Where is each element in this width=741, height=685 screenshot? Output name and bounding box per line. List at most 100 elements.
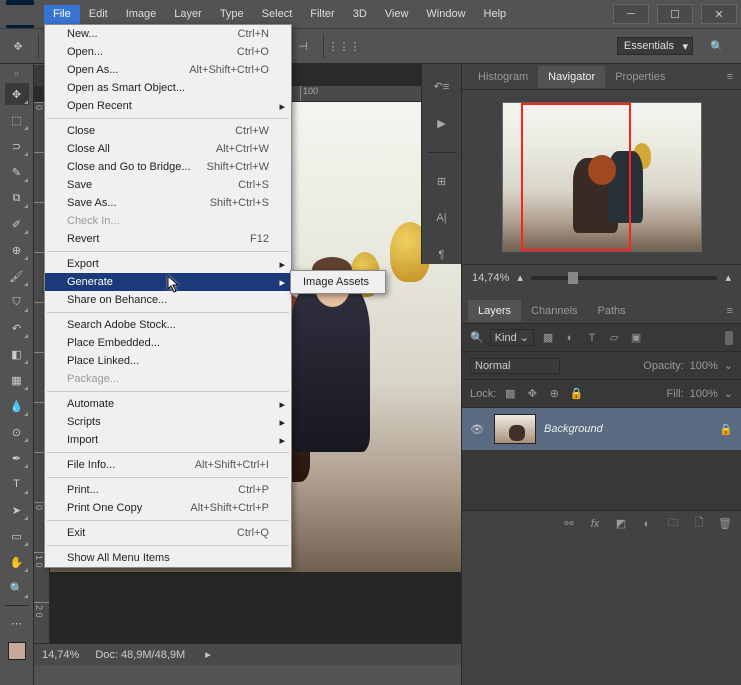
menu-item-automate[interactable]: Automate▸ xyxy=(45,395,291,413)
menu-help[interactable]: Help xyxy=(475,5,516,25)
edit-toolbar[interactable]: ⋯ xyxy=(5,612,29,634)
menu-image[interactable]: Image xyxy=(117,5,166,25)
filter-smart-icon[interactable]: ▣ xyxy=(628,330,644,346)
fill-value[interactable]: 100% xyxy=(690,388,718,400)
menu-item-save[interactable]: SaveCtrl+S xyxy=(45,176,291,194)
minimize-button[interactable]: ─ xyxy=(613,4,649,24)
workspace-selector[interactable]: Essentials xyxy=(617,37,693,55)
new-layer-icon[interactable]: 🗋 xyxy=(691,516,707,532)
filter-toggle[interactable] xyxy=(725,331,733,345)
stamp-tool[interactable]: ⛉ xyxy=(5,291,29,313)
pen-tool[interactable]: ✒ xyxy=(5,447,29,469)
menu-3d[interactable]: 3D xyxy=(344,5,376,25)
menu-item-open-as-smart-object[interactable]: Open as Smart Object... xyxy=(45,79,291,97)
lock-artboard-icon[interactable]: ⊕ xyxy=(546,386,562,402)
hand-tool[interactable]: ✋ xyxy=(5,551,29,573)
menu-file[interactable]: File xyxy=(44,5,80,25)
menu-item-revert[interactable]: RevertF12 xyxy=(45,230,291,248)
marquee-tool[interactable]: ⬚ xyxy=(5,109,29,131)
menu-item-export[interactable]: Export▸ xyxy=(45,255,291,273)
brush-tool[interactable]: 🖌 xyxy=(5,265,29,287)
menu-item-new[interactable]: New...Ctrl+N xyxy=(45,25,291,43)
blur-tool[interactable]: 💧 xyxy=(5,395,29,417)
submenu-image-assets[interactable]: Image Assets xyxy=(291,273,385,291)
paragraph-panel-icon[interactable]: ¶ xyxy=(432,247,452,264)
menu-item-close-and-go-to-bridge[interactable]: Close and Go to Bridge...Shift+Ctrl+W xyxy=(45,158,291,176)
tab-navigator[interactable]: Navigator xyxy=(538,66,605,88)
zoom-in-icon[interactable]: ▴ xyxy=(725,271,731,284)
dodge-tool[interactable]: ⊙ xyxy=(5,421,29,443)
search-icon[interactable]: 🔍 xyxy=(705,34,729,58)
menu-item-place-embedded[interactable]: Place Embedded... xyxy=(45,334,291,352)
menu-edit[interactable]: Edit xyxy=(80,5,117,25)
foreground-color-swatch[interactable] xyxy=(8,642,26,660)
history-panel-icon[interactable]: ↶≡ xyxy=(432,78,452,95)
layers-panel-menu-icon[interactable]: ≡ xyxy=(719,305,741,317)
menu-item-place-linked[interactable]: Place Linked... xyxy=(45,352,291,370)
menu-item-scripts[interactable]: Scripts▸ xyxy=(45,413,291,431)
layer-name[interactable]: Background xyxy=(544,423,603,435)
menu-item-open-as[interactable]: Open As...Alt+Shift+Ctrl+O xyxy=(45,61,291,79)
gradient-tool[interactable]: ▦ xyxy=(5,369,29,391)
move-tool[interactable]: ✥ xyxy=(5,83,29,105)
layer-fx-icon[interactable]: fx xyxy=(587,516,603,532)
adjustments-panel-icon[interactable]: ⊞ xyxy=(432,173,452,190)
navigator-thumbnail[interactable] xyxy=(502,102,702,252)
layer-mask-icon[interactable]: ◩ xyxy=(613,516,629,532)
menu-item-exit[interactable]: ExitCtrl+Q xyxy=(45,524,291,542)
tab-histogram[interactable]: Histogram xyxy=(468,66,538,88)
type-tool[interactable]: T xyxy=(5,473,29,495)
lock-pixels-icon[interactable]: ▩ xyxy=(502,386,518,402)
lock-all-icon[interactable]: 🔒 xyxy=(568,386,584,402)
layer-row-background[interactable]: 👁 Background 🔒 xyxy=(462,408,741,450)
tab-paths[interactable]: Paths xyxy=(588,300,636,322)
zoom-tool[interactable]: 🔍 xyxy=(5,577,29,599)
menu-layer[interactable]: Layer xyxy=(165,5,211,25)
navigator-zoom[interactable]: 14,74% xyxy=(472,272,509,284)
align-right-icon[interactable]: ⊣ xyxy=(291,34,315,58)
blend-mode-select[interactable]: Normal xyxy=(470,358,560,374)
filter-pixel-icon[interactable]: ▩ xyxy=(540,330,556,346)
menu-item-print-one-copy[interactable]: Print One CopyAlt+Shift+Ctrl+P xyxy=(45,499,291,517)
zoom-out-icon[interactable]: ▴ xyxy=(517,271,523,284)
lasso-tool[interactable]: ⊃ xyxy=(5,135,29,157)
filter-type-icon[interactable]: T xyxy=(584,330,600,346)
menu-item-search-adobe-stock[interactable]: Search Adobe Stock... xyxy=(45,316,291,334)
healing-tool[interactable]: ⊕ xyxy=(5,239,29,261)
menu-item-close[interactable]: CloseCtrl+W xyxy=(45,122,291,140)
crop-tool[interactable]: ⧉ xyxy=(5,187,29,209)
panel-menu-icon[interactable]: ≡ xyxy=(719,71,741,83)
lock-position-icon[interactable]: ✥ xyxy=(524,386,540,402)
menu-item-show-all-menu-items[interactable]: Show All Menu Items xyxy=(45,549,291,567)
history-brush-tool[interactable]: ↶ xyxy=(5,317,29,339)
eraser-tool[interactable]: ◧ xyxy=(5,343,29,365)
layer-thumbnail[interactable] xyxy=(494,414,536,444)
shape-tool[interactable]: ▭ xyxy=(5,525,29,547)
close-button[interactable]: ✕ xyxy=(701,4,737,24)
actions-panel-icon[interactable]: ▶ xyxy=(432,115,452,132)
distribute-icon[interactable]: ⋮⋮⋮ xyxy=(332,34,356,58)
layer-lock-icon[interactable]: 🔒 xyxy=(719,423,733,436)
link-layers-icon[interactable]: ⚯ xyxy=(561,516,577,532)
path-select-tool[interactable]: ➤ xyxy=(5,499,29,521)
layer-filter-kind[interactable]: Kind ⌄ xyxy=(490,329,534,346)
menu-item-close-all[interactable]: Close AllAlt+Ctrl+W xyxy=(45,140,291,158)
new-fill-layer-icon[interactable]: ◐ xyxy=(639,516,655,532)
menu-item-print[interactable]: Print...Ctrl+P xyxy=(45,481,291,499)
menu-type[interactable]: Type xyxy=(211,5,253,25)
menu-item-file-info[interactable]: File Info...Alt+Shift+Ctrl+I xyxy=(45,456,291,474)
menu-window[interactable]: Window xyxy=(417,5,474,25)
menu-filter[interactable]: Filter xyxy=(301,5,343,25)
tab-layers[interactable]: Layers xyxy=(468,300,521,322)
menu-item-open[interactable]: Open...Ctrl+O xyxy=(45,43,291,61)
layer-visibility-icon[interactable]: 👁 xyxy=(470,423,486,436)
menu-item-save-as[interactable]: Save As...Shift+Ctrl+S xyxy=(45,194,291,212)
eyedropper-tool[interactable]: ✐ xyxy=(5,213,29,235)
character-panel-icon[interactable]: A| xyxy=(432,210,452,227)
menu-item-open-recent[interactable]: Open Recent▸ xyxy=(45,97,291,115)
tab-properties[interactable]: Properties xyxy=(605,66,675,88)
menu-select[interactable]: Select xyxy=(253,5,302,25)
zoom-level[interactable]: 14,74% xyxy=(42,649,79,661)
menu-item-import[interactable]: Import▸ xyxy=(45,431,291,449)
maximize-button[interactable]: ☐ xyxy=(657,4,693,24)
